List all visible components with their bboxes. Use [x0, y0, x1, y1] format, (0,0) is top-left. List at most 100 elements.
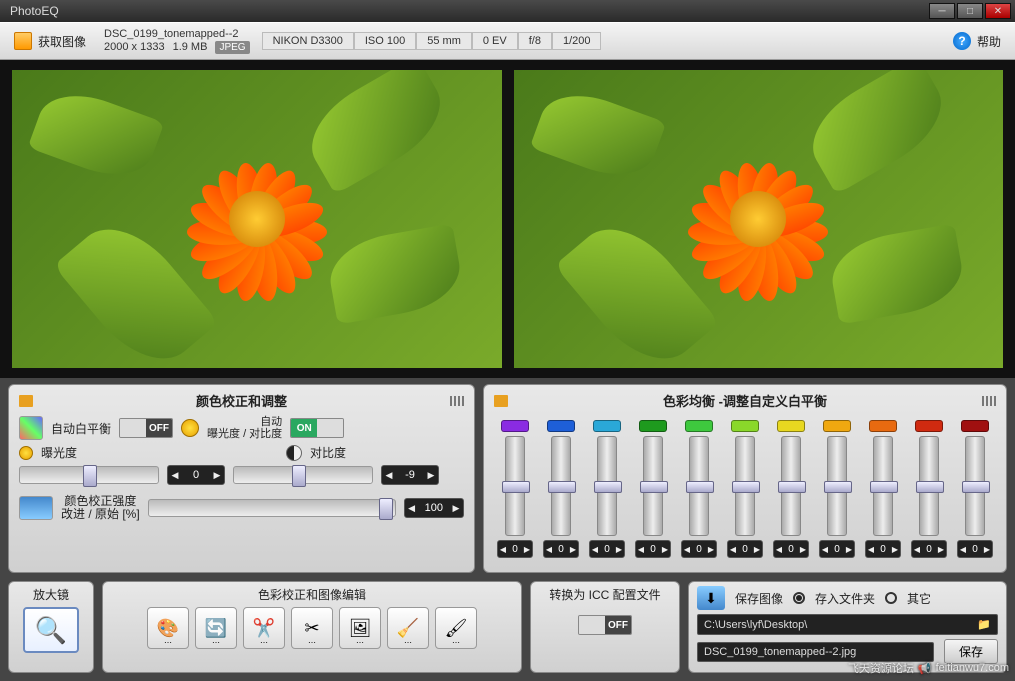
radio-folder[interactable]: [793, 592, 805, 604]
preview-processed[interactable]: [514, 70, 1004, 368]
eq-column-5: ◀0▶: [726, 420, 764, 558]
preview-area: [0, 60, 1015, 378]
eq-column-1: ◀0▶: [542, 420, 580, 558]
eq-color-swatch: [777, 420, 805, 432]
meta-camera: NIKON D3300: [262, 32, 354, 50]
magnifier-button[interactable]: 🔍: [23, 607, 79, 653]
eq-color-swatch: [961, 420, 989, 432]
eq-slider[interactable]: [551, 436, 571, 536]
eq-slider[interactable]: [735, 436, 755, 536]
eq-value[interactable]: ◀0▶: [911, 540, 947, 558]
exposure-value[interactable]: ◀0▶: [167, 465, 225, 485]
eq-slider[interactable]: [597, 436, 617, 536]
main-toolbar: 获取图像 DSC_0199_tonemapped--2 2000 x 1333 …: [0, 22, 1015, 60]
color-correction-panel: 颜色校正和调整 自动白平衡 OFF 自动 曝光度 / 对比度 ON 曝光度 对比…: [8, 384, 475, 573]
eq-value[interactable]: ◀0▶: [819, 540, 855, 558]
file-dimensions: 2000 x 1333: [104, 41, 165, 54]
contrast-slider[interactable]: [233, 466, 373, 484]
browse-folder-icon[interactable]: 📁: [977, 618, 991, 631]
save-icon: ⬇: [697, 586, 725, 610]
color-balance-panel: 色彩均衡 -调整自定义白平衡 ◀0▶◀0▶◀0▶◀0▶◀0▶◀0▶◀0▶◀0▶◀…: [483, 384, 1007, 573]
eq-value[interactable]: ◀0▶: [635, 540, 671, 558]
eq-color-swatch: [639, 420, 667, 432]
auto-wb-toggle[interactable]: OFF: [119, 418, 173, 438]
panel-icon: [494, 395, 508, 407]
tool-rotate-button[interactable]: 🔄⋯: [195, 607, 237, 649]
tool-color-button[interactable]: 🎨⋯: [147, 607, 189, 649]
eq-slider[interactable]: [919, 436, 939, 536]
auto-wb-label: 自动白平衡: [51, 420, 111, 437]
eq-slider[interactable]: [689, 436, 709, 536]
maximize-button[interactable]: □: [957, 3, 983, 19]
file-name: DSC_0199_tonemapped--2: [104, 28, 250, 41]
icc-label: 转换为 ICC 配置文件: [549, 586, 660, 603]
acquire-image-button[interactable]: 获取图像: [8, 29, 92, 53]
grip-icon[interactable]: [982, 396, 996, 406]
eq-value[interactable]: ◀0▶: [543, 540, 579, 558]
contrast-label: 对比度: [310, 444, 346, 461]
save-path-field[interactable]: C:\Users\lyf\Desktop\📁: [697, 614, 998, 635]
eq-slider[interactable]: [781, 436, 801, 536]
eq-color-swatch: [869, 420, 897, 432]
eq-color-swatch: [823, 420, 851, 432]
palette-icon: [19, 416, 43, 440]
eq-column-6: ◀0▶: [772, 420, 810, 558]
exif-metabar: NIKON D3300 ISO 100 55 mm 0 EV f/8 1/200: [262, 32, 602, 50]
eq-value[interactable]: ◀0▶: [865, 540, 901, 558]
eq-slider[interactable]: [643, 436, 663, 536]
close-button[interactable]: ✕: [985, 3, 1011, 19]
eq-slider[interactable]: [873, 436, 893, 536]
eq-column-7: ◀0▶: [818, 420, 856, 558]
tool-cut-button[interactable]: ✂⋯: [291, 607, 333, 649]
tool-crop-button[interactable]: ✂️⋯: [243, 607, 285, 649]
eq-slider[interactable]: [827, 436, 847, 536]
minimize-button[interactable]: ─: [929, 3, 955, 19]
bulb-small-icon: [19, 446, 33, 460]
eq-color-swatch: [501, 420, 529, 432]
eq-value[interactable]: ◀0▶: [727, 540, 763, 558]
eq-column-9: ◀0▶: [910, 420, 948, 558]
eq-value[interactable]: ◀0▶: [589, 540, 625, 558]
eq-slider[interactable]: [965, 436, 985, 536]
eq-column-0: ◀0▶: [496, 420, 534, 558]
exposure-label: 曝光度: [41, 444, 77, 461]
eq-color-swatch: [915, 420, 943, 432]
icc-panel: 转换为 ICC 配置文件 OFF: [530, 581, 680, 673]
eq-color-swatch: [685, 420, 713, 432]
exposure-slider[interactable]: [19, 466, 159, 484]
radio-other[interactable]: [885, 592, 897, 604]
help-icon: ?: [953, 32, 971, 50]
tool-brush-button[interactable]: 🖌⋯: [435, 607, 477, 649]
eq-column-8: ◀0▶: [864, 420, 902, 558]
magnifier-label: 放大镜: [33, 586, 69, 603]
eq-value[interactable]: ◀0▶: [497, 540, 533, 558]
tool-erase-button[interactable]: 🧹⋯: [387, 607, 429, 649]
tool-resize-button[interactable]: 🖼⋯: [339, 607, 381, 649]
tools-panel: 色彩校正和图像编辑 🎨⋯ 🔄⋯ ✂️⋯ ✂⋯ 🖼⋯ 🧹⋯ 🖌⋯: [102, 581, 522, 673]
window-titlebar: PhotoEQ ─ □ ✕: [0, 0, 1015, 22]
contrast-value[interactable]: ◀-9▶: [381, 465, 439, 485]
magnifier-panel: 放大镜 🔍: [8, 581, 94, 673]
exp-contrast-toggle[interactable]: ON: [290, 418, 344, 438]
preview-original[interactable]: [12, 70, 502, 368]
intensity-icon: [19, 496, 53, 520]
meta-shutter: 1/200: [552, 32, 602, 50]
icc-toggle[interactable]: OFF: [578, 615, 632, 635]
app-title: PhotoEQ: [4, 4, 927, 18]
watermark: 飞天资源论坛📢feitianwu7.com: [848, 660, 1009, 676]
intensity-value[interactable]: ◀100▶: [404, 498, 464, 518]
eq-column-4: ◀0▶: [680, 420, 718, 558]
intensity-slider[interactable]: [148, 499, 396, 517]
grip-icon[interactable]: [450, 396, 464, 406]
eq-value[interactable]: ◀0▶: [773, 540, 809, 558]
eq-value[interactable]: ◀0▶: [681, 540, 717, 558]
eq-column-3: ◀0▶: [634, 420, 672, 558]
save-image-label: 保存图像: [735, 590, 783, 607]
eq-slider[interactable]: [505, 436, 525, 536]
help-button[interactable]: ? 帮助: [947, 29, 1007, 53]
eq-value[interactable]: ◀0▶: [957, 540, 993, 558]
file-info: DSC_0199_tonemapped--2 2000 x 1333 1.9 M…: [104, 28, 250, 54]
eq-color-swatch: [547, 420, 575, 432]
file-format-badge: JPEG: [215, 41, 249, 54]
save-filename-field[interactable]: DSC_0199_tonemapped--2.jpg: [697, 642, 934, 662]
